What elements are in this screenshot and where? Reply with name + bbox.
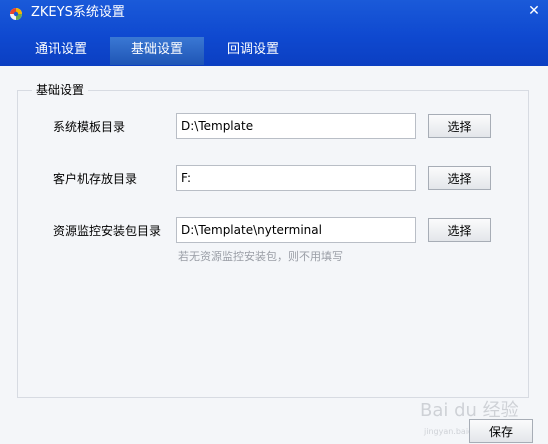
tab-communication-settings[interactable]: 通讯设置 [18, 37, 104, 65]
save-button[interactable]: 保存 [469, 419, 533, 443]
monitor-package-dir-input[interactable] [176, 217, 416, 243]
client-dir-input[interactable] [176, 165, 416, 191]
zkeys-logo-icon [10, 8, 22, 20]
close-icon[interactable]: ✕ [525, 2, 543, 20]
tab-callback-settings[interactable]: 回调设置 [210, 37, 296, 65]
monitor-package-dir-label: 资源监控安装包目录 [53, 224, 162, 238]
svg-text:Bai du 经验: Bai du 经验 [420, 400, 519, 421]
monitor-package-hint: 若无资源监控安装包，则不用填写 [178, 250, 343, 263]
tab-basic-settings[interactable]: 基础设置 [110, 37, 204, 65]
window-header: ZKEYS系统设置 ✕ 通讯设置 基础设置 回调设置 [0, 0, 548, 66]
template-dir-label: 系统模板目录 [53, 120, 126, 134]
monitor-package-dir-choose-button[interactable]: 选择 [428, 218, 491, 242]
template-dir-choose-button[interactable]: 选择 [428, 114, 491, 138]
group-title: 基础设置 [32, 82, 89, 98]
client-dir-choose-button[interactable]: 选择 [428, 166, 491, 190]
client-dir-label: 客户机存放目录 [53, 172, 138, 186]
settings-panel: 基础设置 系统模板目录 选择 客户机存放目录 选择 资源监控安装包目录 选择 若… [0, 66, 548, 444]
window-title: ZKEYS系统设置 [31, 5, 125, 20]
template-dir-input[interactable] [176, 113, 416, 139]
